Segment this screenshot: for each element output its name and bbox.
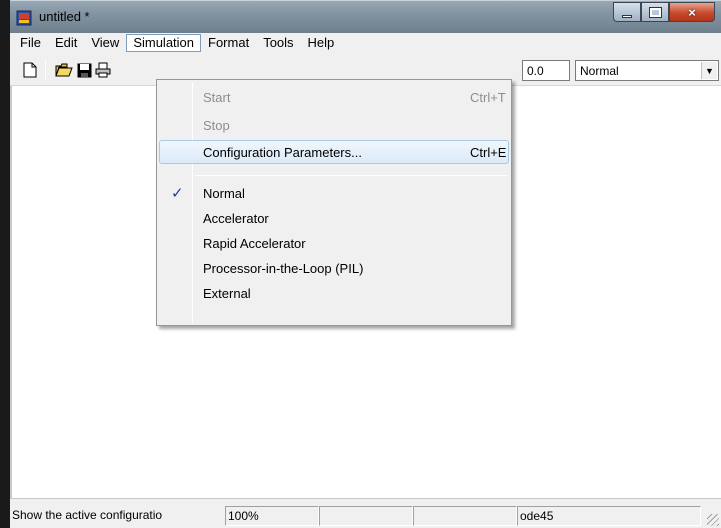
new-model-icon xyxy=(23,62,37,78)
menu-tools[interactable]: Tools xyxy=(256,34,300,52)
close-icon: × xyxy=(688,4,696,20)
canvas-border xyxy=(10,86,12,498)
menu-bar: File Edit View Simulation Format Tools H… xyxy=(10,33,721,53)
menu-item-shortcut: Ctrl+T xyxy=(470,90,506,105)
status-cell-4 xyxy=(413,506,517,526)
menu-item-label: External xyxy=(203,286,251,301)
print-button[interactable] xyxy=(94,61,112,79)
menu-separator xyxy=(195,175,507,176)
menu-edit[interactable]: Edit xyxy=(48,34,84,52)
status-solver: ode45 xyxy=(517,506,701,526)
menu-item-stop[interactable]: Stop xyxy=(159,113,509,137)
menu-item-label: Processor-in-the-Loop (PIL) xyxy=(203,261,364,276)
stop-time-field[interactable]: 0.0 xyxy=(522,60,570,81)
menu-format[interactable]: Format xyxy=(201,34,256,52)
menu-view[interactable]: View xyxy=(84,34,126,52)
maximize-button[interactable] xyxy=(641,2,669,22)
resize-grip-icon[interactable] xyxy=(707,514,719,526)
menu-item-normal[interactable]: ✓ Normal xyxy=(159,181,509,205)
menu-simulation[interactable]: Simulation xyxy=(126,34,202,52)
menu-item-label: Start xyxy=(203,90,231,105)
simulation-menu: Start Ctrl+T Stop Configuration Paramete… xyxy=(156,79,512,326)
menu-item-start[interactable]: Start Ctrl+T xyxy=(159,85,509,109)
menu-help[interactable]: Help xyxy=(301,34,342,52)
minimize-button[interactable] xyxy=(613,2,641,22)
save-icon xyxy=(77,63,91,77)
menu-item-configuration-parameters[interactable]: Configuration Parameters... Ctrl+E xyxy=(159,140,509,164)
caption-buttons: × xyxy=(613,2,715,22)
menu-item-label: Stop xyxy=(203,118,230,133)
close-button[interactable]: × xyxy=(669,2,715,22)
print-icon xyxy=(95,62,111,78)
title-bar[interactable]: untitled * × xyxy=(10,0,721,33)
menu-item-pil[interactable]: Processor-in-the-Loop (PIL) xyxy=(159,256,509,280)
menu-item-external[interactable]: External xyxy=(159,281,509,305)
status-cell-3 xyxy=(319,506,413,526)
toolbar-separator xyxy=(45,60,46,80)
status-zoom: 100% xyxy=(225,506,319,526)
save-button[interactable] xyxy=(75,61,93,79)
simulink-app-icon xyxy=(16,10,32,26)
menu-item-label: Configuration Parameters... xyxy=(203,145,362,160)
menu-item-label: Accelerator xyxy=(203,211,269,226)
new-model-button[interactable] xyxy=(21,61,39,79)
status-message: Show the active configuratio xyxy=(12,508,163,522)
maximize-icon xyxy=(648,6,662,18)
simulation-mode-value: Normal xyxy=(580,64,619,78)
menu-item-accelerator[interactable]: Accelerator xyxy=(159,206,509,230)
menu-item-shortcut: Ctrl+E xyxy=(470,145,507,160)
status-bar: Show the active configuratio 100% ode45 xyxy=(10,498,721,528)
minimize-icon xyxy=(622,14,632,18)
menu-item-label: Normal xyxy=(203,186,245,201)
open-folder-icon xyxy=(55,63,73,77)
window-title: untitled * xyxy=(39,9,90,24)
menu-item-rapid-accelerator[interactable]: Rapid Accelerator xyxy=(159,231,509,255)
simulation-mode-select[interactable]: Normal ▼ xyxy=(575,60,719,81)
open-button[interactable] xyxy=(55,61,73,79)
menu-item-label: Rapid Accelerator xyxy=(203,236,306,251)
window-left-border xyxy=(0,0,10,528)
dropdown-arrow-icon[interactable]: ▼ xyxy=(701,62,717,79)
checkmark-icon: ✓ xyxy=(171,185,184,202)
menu-file[interactable]: File xyxy=(13,34,48,52)
